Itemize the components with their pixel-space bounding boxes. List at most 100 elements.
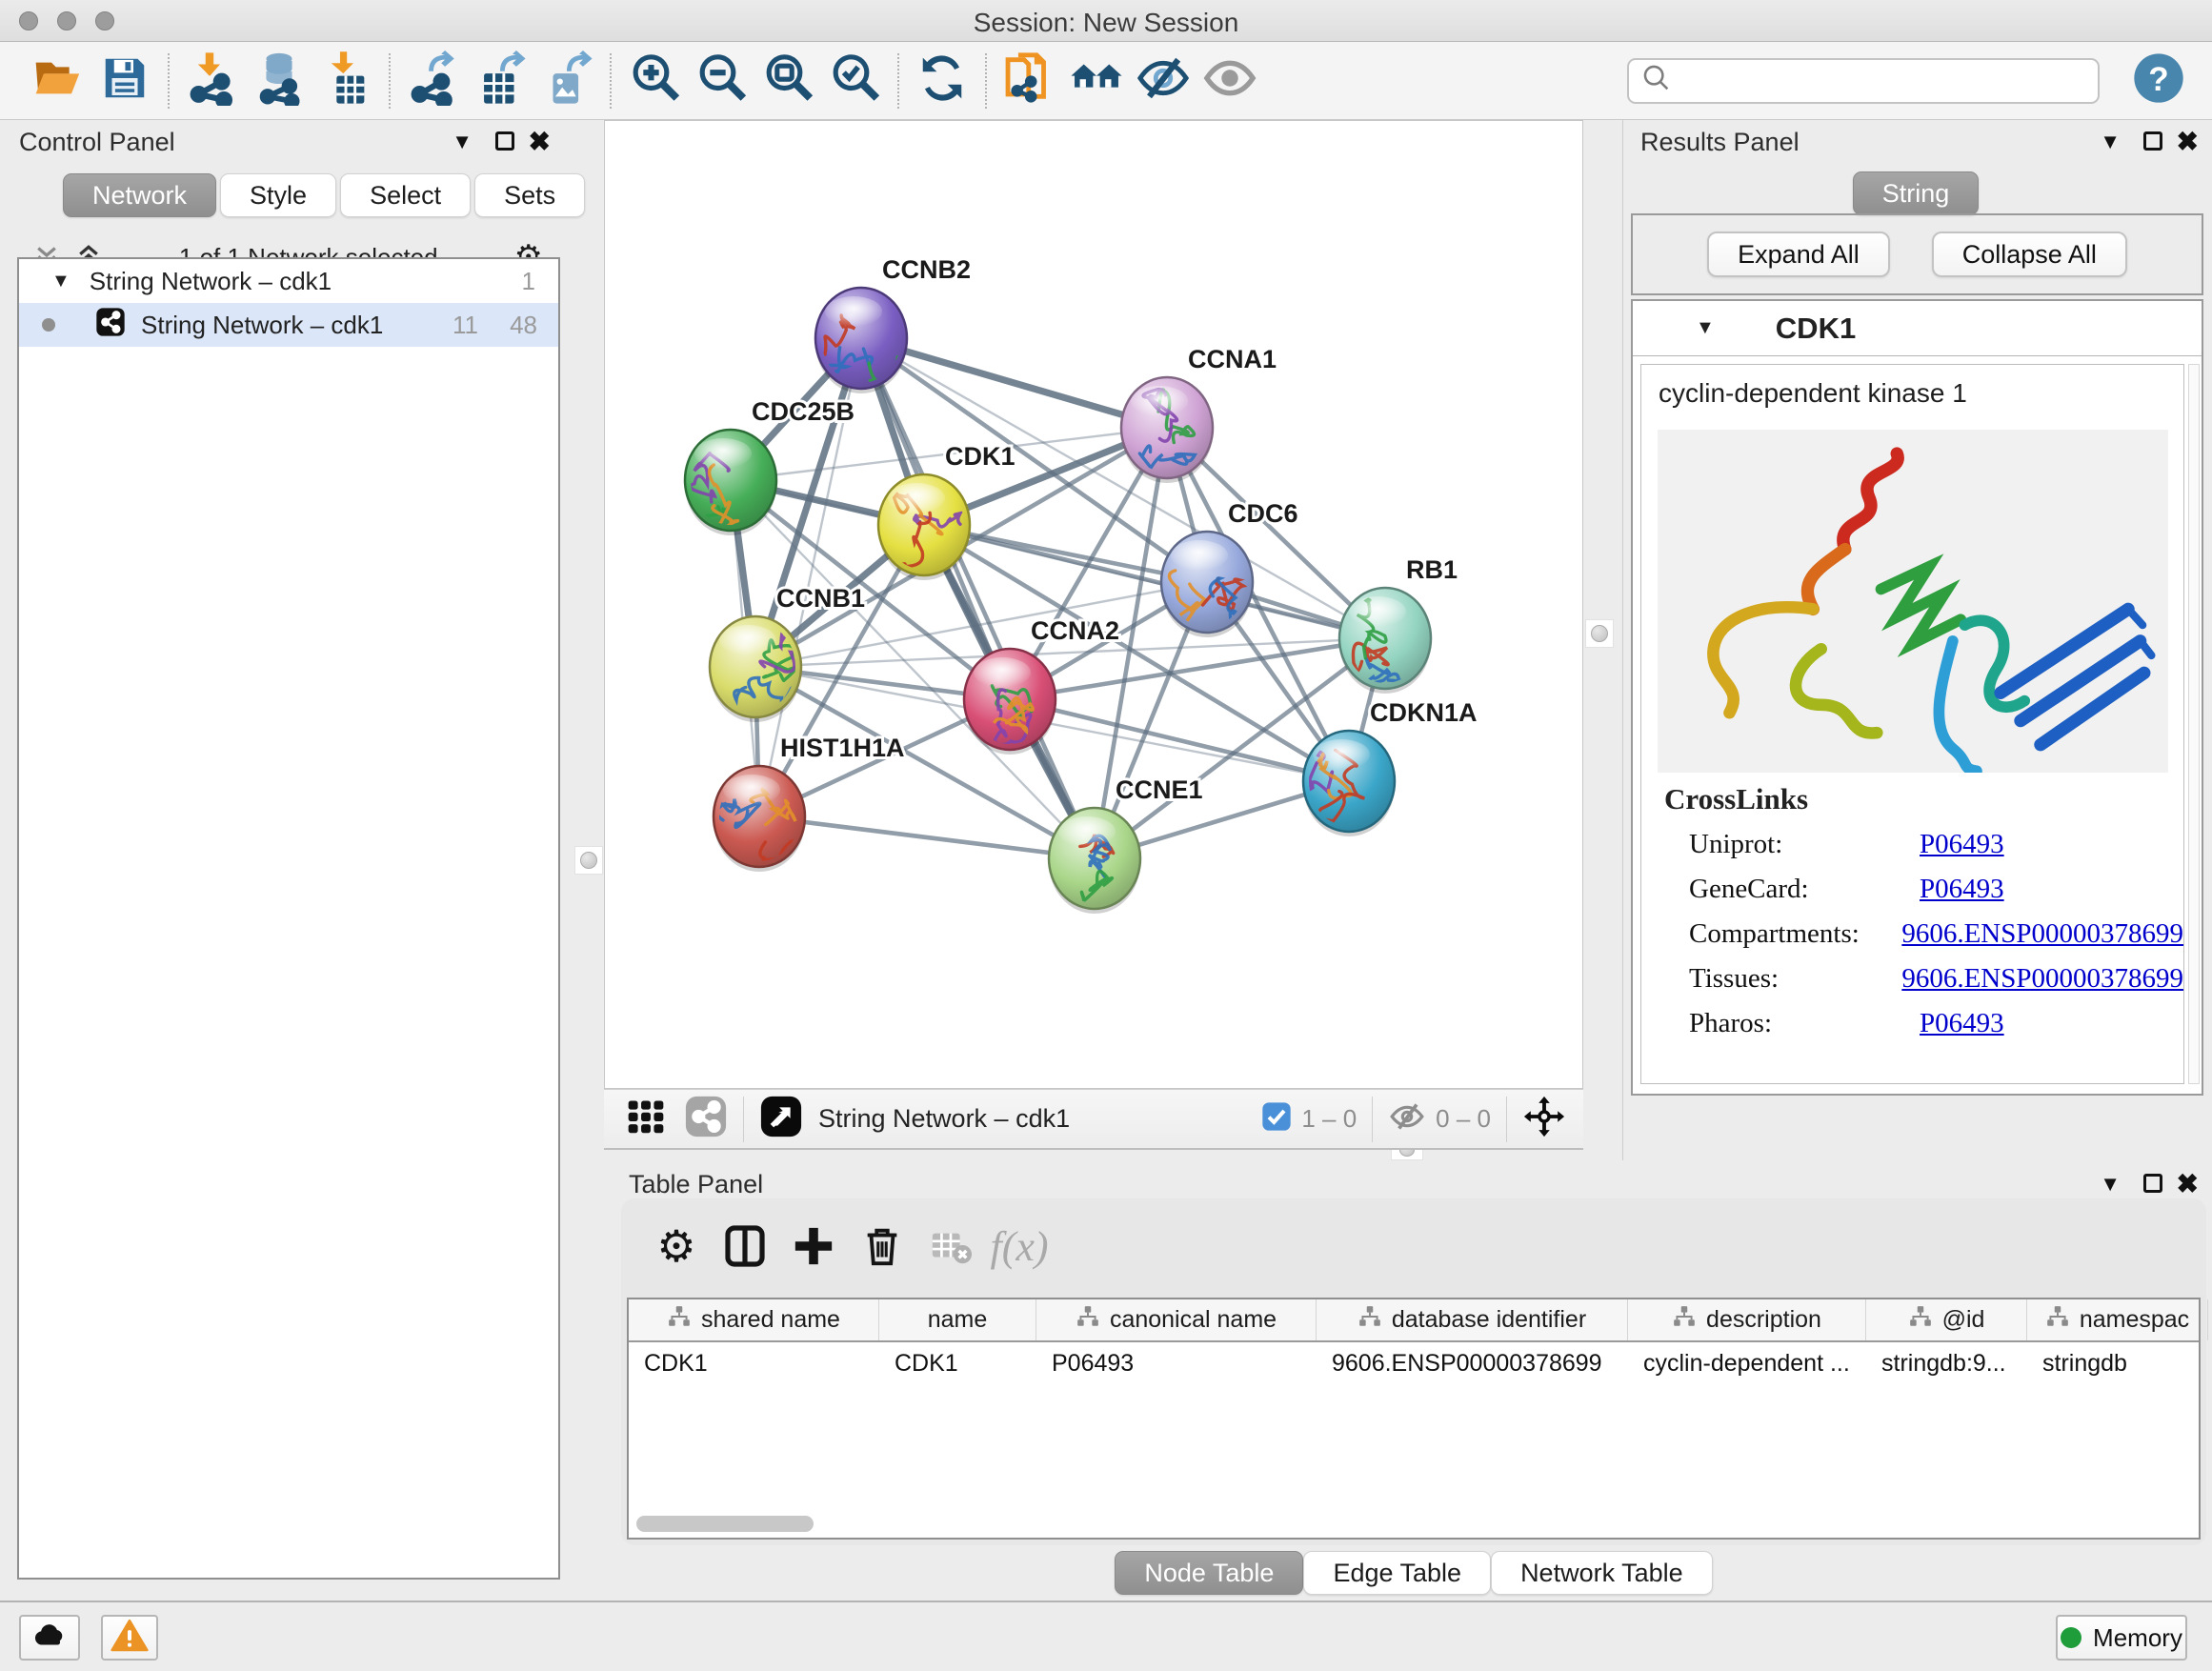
table-panel-close-button[interactable]: ✖ (2177, 1168, 2199, 1199)
column-header-database-identifier[interactable]: database identifier (1317, 1299, 1628, 1340)
table-row[interactable]: CDK1CDK1P064939606.ENSP00000378699cyclin… (629, 1342, 2199, 1384)
results-panel-close-button[interactable]: ✖ (2177, 126, 2199, 157)
column-header--id[interactable]: @id (1866, 1299, 2027, 1340)
first-neighbors-button[interactable] (1063, 51, 1130, 111)
results-scrollbar[interactable] (2188, 364, 2200, 1084)
table-cell[interactable]: CDK1 (629, 1342, 879, 1384)
column-header-namespac[interactable]: namespac (2027, 1299, 2208, 1340)
tab-node-table[interactable]: Node Table (1115, 1551, 1303, 1595)
tab-select[interactable]: Select (340, 173, 471, 217)
zoom-fit-button[interactable] (754, 51, 821, 111)
hide-selected-button[interactable] (1130, 51, 1196, 111)
node-CCNE1[interactable] (1049, 808, 1140, 914)
search-field[interactable] (1627, 58, 2100, 104)
node-RB1[interactable] (1339, 588, 1431, 694)
network-graph[interactable]: CCNB2CCNA1CDC25BCDK1CDC6RB1CCNB1CCNA2CDK… (605, 121, 1582, 1088)
table-cell[interactable]: CDK1 (879, 1342, 1036, 1384)
column-header-description[interactable]: description (1628, 1299, 1866, 1340)
collapse-all-button[interactable]: Collapse All (1932, 232, 2127, 277)
network-row[interactable]: String Network – cdk1 11 48 (19, 303, 558, 347)
control-panel-float-button[interactable] (495, 131, 514, 151)
table-cell[interactable]: cyclin-dependent ... (1628, 1342, 1866, 1384)
import-table-file-button[interactable] (312, 51, 379, 111)
warnings-button[interactable] (101, 1615, 158, 1661)
pan-crosshair-icon[interactable] (1522, 1095, 1566, 1143)
right-splitter-handle[interactable] (1585, 619, 1614, 648)
gene-symbol: CDK1 (1776, 312, 1856, 346)
import-network-database-button[interactable] (246, 51, 312, 111)
eye-slash-icon (1136, 50, 1191, 111)
cloud-status-button[interactable] (19, 1615, 80, 1661)
zoom-out-button[interactable] (688, 51, 754, 111)
selected-checkbox-icon[interactable] (1261, 1101, 1292, 1137)
node-HIST1H1A[interactable] (714, 766, 805, 872)
left-splitter-handle[interactable] (574, 846, 603, 875)
show-all-button[interactable] (1196, 51, 1263, 111)
table-panel-menu-button[interactable]: ▼ (2100, 1172, 2121, 1197)
export-image-button[interactable] (533, 51, 600, 111)
control-panel-close-button[interactable]: ✖ (529, 126, 551, 157)
add-column-icon[interactable] (779, 1216, 848, 1277)
control-panel-menu-button[interactable]: ▼ (452, 130, 473, 154)
save-session-button[interactable] (91, 51, 158, 111)
node-CDC25B[interactable] (685, 430, 776, 535)
search-input[interactable] (1673, 66, 2073, 95)
open-session-button[interactable] (25, 51, 91, 111)
tab-edge-table[interactable]: Edge Table (1303, 1551, 1491, 1595)
crosslink-value-link[interactable]: P06493 (1920, 1008, 2004, 1039)
tab-style[interactable]: Style (220, 173, 336, 217)
memory-button[interactable]: Memory (2056, 1615, 2187, 1661)
node-CCNA1[interactable] (1121, 377, 1213, 483)
zoom-selected-button[interactable] (821, 51, 888, 111)
tab-sets[interactable]: Sets (474, 173, 585, 217)
node-CCNB2[interactable] (815, 288, 907, 393)
tab-network-table[interactable]: Network Table (1491, 1551, 1713, 1595)
tree-expander-icon[interactable]: ▼ (51, 271, 70, 292)
column-header-name[interactable]: name (879, 1299, 1036, 1340)
table-settings-gear-icon[interactable]: ⚙ (642, 1216, 711, 1277)
node-CDK1[interactable] (878, 474, 970, 580)
network-share-icon[interactable] (684, 1095, 728, 1143)
delete-column-trash-icon[interactable] (848, 1216, 916, 1277)
table-cell[interactable]: stringdb:9... (1866, 1342, 2027, 1384)
grid-view-icon[interactable] (625, 1096, 667, 1142)
results-panel-menu-button[interactable]: ▼ (2100, 130, 2121, 154)
node-CCNB1[interactable] (710, 616, 801, 722)
network-canvas[interactable]: CCNB2CCNA1CDC25BCDK1CDC6RB1CCNB1CCNA2CDK… (604, 120, 1583, 1089)
table-horizontal-scrollbar[interactable] (631, 1513, 2197, 1536)
crosslink-value-link[interactable]: 9606.ENSP00000378699 (1901, 918, 2183, 950)
tab-string[interactable]: String (1853, 171, 1980, 215)
results-panel-float-button[interactable] (2143, 131, 2162, 151)
edge-HIST1H1A-CCNE1[interactable] (759, 816, 1095, 858)
export-network-button[interactable] (400, 51, 467, 111)
crosslink-value-link[interactable]: P06493 (1920, 829, 2004, 860)
section-collapse-icon[interactable]: ▼ (1696, 317, 1715, 339)
crosslink-value-link[interactable]: 9606.ENSP00000378699 (1901, 963, 2183, 995)
hidden-eye-icon[interactable] (1388, 1097, 1426, 1140)
export-table-button[interactable] (467, 51, 533, 111)
help-button[interactable]: ? (2132, 51, 2185, 110)
tab-network[interactable]: Network (63, 173, 216, 217)
network-collection-row[interactable]: ▼ String Network – cdk1 1 (19, 259, 558, 303)
zoom-in-button[interactable] (621, 51, 688, 111)
import-network-file-button[interactable] (179, 51, 246, 111)
node-CDKN1A[interactable] (1303, 731, 1395, 836)
crosslink-value-link[interactable]: P06493 (1920, 874, 2004, 905)
birdseye-view-icon[interactable] (759, 1095, 803, 1143)
node-CCNA2[interactable] (964, 649, 1056, 755)
node-CDC6[interactable] (1161, 532, 1253, 637)
scrollbar-thumb[interactable] (636, 1516, 814, 1532)
table-cell[interactable]: P06493 (1036, 1342, 1317, 1384)
expand-all-button[interactable]: Expand All (1707, 232, 1890, 277)
edge-CCNB2-CCNA1[interactable] (861, 338, 1167, 428)
table-panel-float-button[interactable] (2143, 1174, 2162, 1193)
table-cell[interactable]: stringdb (2027, 1342, 2208, 1384)
table-cell[interactable]: 9606.ENSP00000378699 (1317, 1342, 1628, 1384)
clone-network-button[interactable] (996, 51, 1063, 111)
refresh-icon (916, 52, 968, 109)
column-header-canonical-name[interactable]: canonical name (1036, 1299, 1317, 1340)
show-columns-icon[interactable] (711, 1216, 779, 1277)
refresh-button[interactable] (909, 51, 975, 111)
column-header-shared-name[interactable]: shared name (629, 1299, 879, 1340)
edge-CCNB2-CCNE1[interactable] (861, 338, 1095, 858)
